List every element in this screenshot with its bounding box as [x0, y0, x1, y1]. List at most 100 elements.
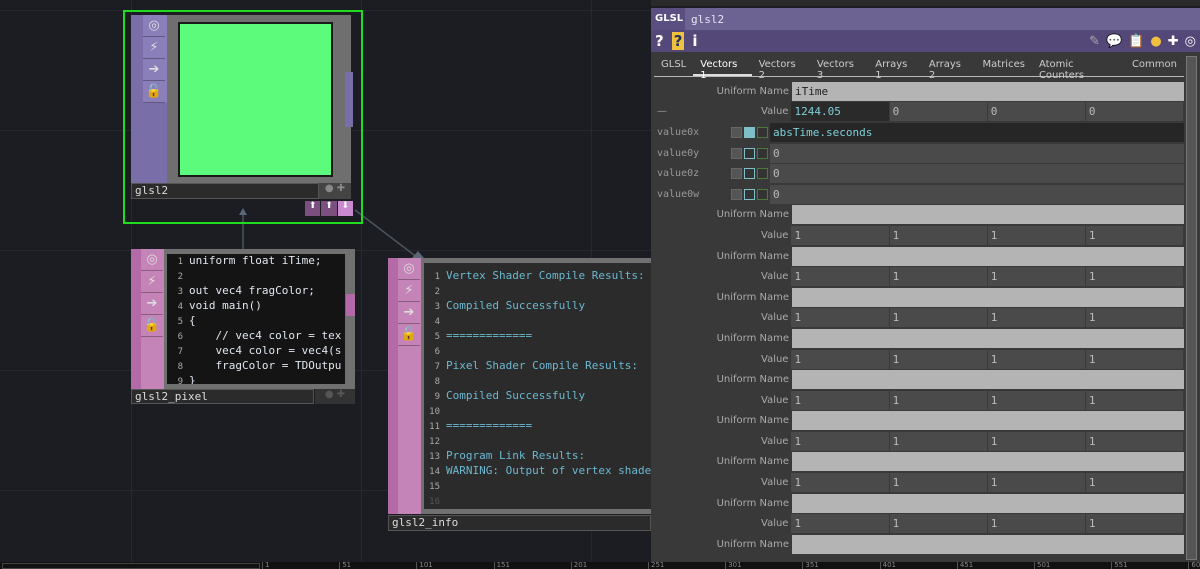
constant-mode-icon[interactable] — [731, 147, 742, 159]
collapse-icon[interactable]: — — [657, 106, 667, 117]
node-glsl2-pixel[interactable]: ◎ ⚡ ➔ 🔓 1 uniform float iTime; 2 3 out vec4 … — [131, 249, 355, 404]
uniform-name-field[interactable] — [792, 328, 1184, 348]
export-mode-icon[interactable] — [757, 126, 768, 138]
expression-mode-icon[interactable] — [744, 168, 755, 180]
bypass-icon[interactable]: ⚡ — [143, 37, 165, 59]
uniform-name-field[interactable] — [792, 411, 1184, 431]
value-field[interactable]: 1 — [987, 225, 1085, 245]
uniform-name-field[interactable] — [792, 493, 1184, 513]
info-icon[interactable]: i — [692, 32, 697, 50]
range-bar[interactable] — [2, 563, 260, 569]
tab-arrays-1[interactable]: Arrays 1 — [868, 55, 922, 81]
comment-icon[interactable]: 💬 — [1106, 34, 1122, 49]
export-mode-icon[interactable] — [757, 188, 768, 200]
uniform-name-field[interactable]: iTime — [792, 81, 1184, 101]
node-flags[interactable]: ● ✚ — [319, 183, 351, 199]
clipboard-icon[interactable]: 📋 — [1128, 34, 1144, 49]
value-field[interactable]: 1 — [1085, 390, 1184, 410]
expression-mode-icon[interactable] — [744, 188, 755, 200]
node-glsl2-info[interactable]: ◎ ⚡ ➔ 🔓 1 Vertex Shader Compile Results: 2… — [388, 258, 651, 532]
export-mode-icon[interactable] — [757, 147, 768, 159]
value-field[interactable]: 1 — [889, 390, 987, 410]
tab-vectors-3[interactable]: Vectors 3 — [810, 55, 868, 81]
python-icon[interactable]: ● — [1150, 34, 1161, 49]
value-field[interactable]: 1 — [889, 225, 987, 245]
timeline[interactable]: 151101151201251301351401451501551601 — [0, 562, 1200, 569]
value-field[interactable]: 0 — [889, 102, 987, 122]
text-viewer[interactable]: 1 Vertex Shader Compile Results: 2 3 Compile… — [424, 263, 651, 509]
value-field[interactable]: 1 — [791, 514, 889, 534]
display-icon[interactable]: ➔ — [141, 293, 163, 315]
value-field[interactable]: 1 — [889, 431, 987, 451]
component-expression-field[interactable]: absTime.seconds — [770, 122, 1184, 142]
value-field[interactable]: 0 — [987, 102, 1085, 122]
uniform-name-field[interactable] — [792, 370, 1184, 390]
tab-atomic-counters[interactable]: Atomic Counters — [1032, 55, 1125, 81]
value-field[interactable]: 1 — [1085, 431, 1184, 451]
expression-mode-icon[interactable] — [744, 147, 755, 159]
value-field[interactable]: 0 — [1085, 102, 1184, 122]
tab-glsl[interactable]: GLSL — [654, 55, 693, 76]
value-field[interactable]: 1 — [791, 225, 889, 245]
value-field[interactable]: 1 — [987, 473, 1085, 493]
viewer-icon[interactable]: ◎ — [143, 15, 165, 37]
display-icon[interactable]: ➔ — [398, 302, 420, 324]
value-field[interactable]: 1 — [987, 349, 1085, 369]
value-field[interactable]: 1 — [889, 514, 987, 534]
node-flags[interactable]: ● ✚ — [315, 389, 355, 404]
component-expression-field[interactable]: 0 — [770, 184, 1184, 204]
lock-icon[interactable]: 🔓 — [398, 324, 420, 346]
operator-name-field[interactable]: glsl2 — [687, 13, 1200, 26]
node-bottom-buttons[interactable]: ⬆ ⬆ ⬇ — [305, 201, 353, 216]
bypass-icon[interactable]: ⚡ — [398, 280, 420, 302]
code-viewer[interactable]: 1 uniform float iTime; 2 3 out vec4 fragColo… — [167, 254, 345, 384]
uniform-name-field[interactable] — [792, 534, 1184, 554]
tab-matrices[interactable]: Matrices — [976, 55, 1032, 76]
constant-mode-icon[interactable] — [731, 126, 742, 138]
constant-mode-icon[interactable] — [731, 168, 742, 180]
bypass-icon[interactable]: ⚡ — [141, 271, 163, 293]
expression-mode-icon[interactable] — [744, 126, 755, 138]
value-field[interactable]: 1 — [889, 308, 987, 328]
lock-icon[interactable]: 🔓 — [141, 315, 163, 337]
value-field[interactable]: 1 — [987, 390, 1085, 410]
viewer-icon[interactable]: ◎ — [398, 258, 420, 280]
node-name[interactable]: glsl2 — [131, 183, 319, 199]
uniform-name-field[interactable] — [792, 452, 1184, 472]
value-field[interactable]: 1 — [889, 267, 987, 287]
component-expression-field[interactable]: 0 — [770, 143, 1184, 163]
tab-arrays-2[interactable]: Arrays 2 — [922, 55, 976, 81]
value-field[interactable]: 1 — [987, 308, 1085, 328]
add-icon[interactable]: ✚ — [1168, 34, 1179, 49]
tab-common[interactable]: Common — [1125, 55, 1184, 76]
value-field[interactable]: 1 — [1085, 225, 1184, 245]
export-mode-icon[interactable] — [757, 168, 768, 180]
constant-mode-icon[interactable] — [731, 188, 742, 200]
value-field[interactable]: 1 — [1085, 514, 1184, 534]
python-help-icon[interactable]: ? — [671, 32, 685, 50]
value-field[interactable]: 1 — [889, 473, 987, 493]
edit-icon[interactable]: ✎ — [1089, 34, 1100, 49]
help-icon[interactable]: ? — [655, 32, 664, 50]
node-name[interactable]: glsl2_info — [388, 515, 651, 531]
lock-icon[interactable]: 🔓 — [143, 81, 165, 103]
value-field[interactable]: 1 — [1085, 473, 1184, 493]
value-field[interactable]: 1 — [791, 308, 889, 328]
component-expression-field[interactable]: 0 — [770, 164, 1184, 184]
value-field[interactable]: 1 — [791, 473, 889, 493]
viewer-icon[interactable]: ◎ — [141, 249, 163, 271]
uniform-name-field[interactable] — [792, 287, 1184, 307]
display-icon[interactable]: ➔ — [143, 59, 165, 81]
value-field[interactable]: 1 — [1085, 349, 1184, 369]
tab-vectors-1[interactable]: Vectors 1 — [693, 55, 752, 81]
tab-vectors-2[interactable]: Vectors 2 — [752, 55, 810, 81]
uniform-name-field[interactable] — [792, 205, 1184, 225]
scrollbar[interactable] — [1186, 56, 1197, 560]
value-field[interactable]: 1244.05 — [791, 102, 889, 122]
value-field[interactable]: 1 — [987, 514, 1085, 534]
value-field[interactable]: 1 — [791, 349, 889, 369]
node-glsl2[interactable]: ◎ ⚡ ➔ 🔓 glsl2 ● ✚ ⬆ ⬆ ⬇ — [123, 10, 363, 224]
value-field[interactable]: 1 — [791, 431, 889, 451]
value-field[interactable]: 1 — [987, 431, 1085, 451]
node-name[interactable]: glsl2_pixel — [131, 389, 314, 404]
